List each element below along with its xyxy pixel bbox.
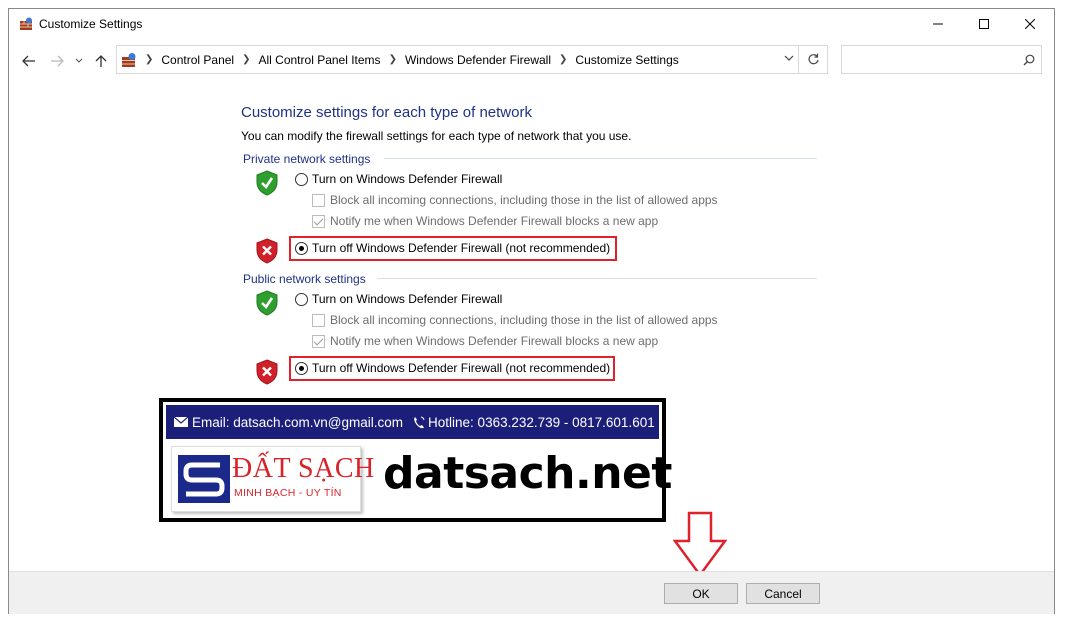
private-divider bbox=[384, 158, 817, 159]
brand-logo: ĐẤT SẠCH MINH BẠCH - UY TÍN bbox=[171, 446, 374, 512]
brand-tagline: MINH BẠCH - UY TÍN bbox=[234, 487, 342, 499]
watermark-banner: Email: datsach.com.vn@gmail.com Hotline:… bbox=[159, 398, 672, 522]
mail-icon bbox=[174, 417, 188, 427]
public-block-option[interactable]: Block all incoming connections, includin… bbox=[312, 311, 718, 329]
up-button[interactable] bbox=[91, 51, 111, 71]
private-block-label: Block all incoming connections, includin… bbox=[330, 193, 718, 207]
red-shield-x-icon bbox=[256, 238, 278, 264]
site-name: datsach.net bbox=[383, 448, 672, 499]
refresh-button[interactable] bbox=[798, 45, 828, 74]
private-turn-off-option[interactable]: Turn off Windows Defender Firewall (not … bbox=[295, 239, 610, 257]
public-turn-on-radio[interactable] bbox=[295, 292, 308, 306]
firewall-icon bbox=[20, 17, 32, 30]
recent-locations-button[interactable] bbox=[69, 51, 89, 71]
breadcrumb-firewall[interactable]: Windows Defender Firewall bbox=[405, 53, 551, 67]
up-arrow-icon bbox=[95, 55, 107, 67]
address-bar[interactable]: ❯ Control Panel ❯ All Control Panel Item… bbox=[116, 45, 799, 74]
search-icon bbox=[1023, 54, 1035, 66]
private-turn-on-radio[interactable] bbox=[295, 172, 308, 186]
public-turn-on-option[interactable]: Turn on Windows Defender Firewall bbox=[295, 290, 502, 308]
minimize-icon bbox=[933, 23, 943, 25]
window-title: Customize Settings bbox=[39, 17, 143, 31]
brand-name: ĐẤT SẠCH bbox=[232, 453, 375, 484]
brand-s-logo-icon bbox=[178, 455, 230, 503]
contact-hotline: Hotline: 0363.232.739 - 0817.601.601 bbox=[428, 414, 655, 430]
search-input[interactable] bbox=[841, 45, 1042, 74]
green-shield-check-icon bbox=[256, 290, 278, 316]
breadcrumb-control-panel[interactable]: Control Panel bbox=[161, 53, 234, 67]
public-turn-off-label: Turn off Windows Defender Firewall (not … bbox=[312, 361, 611, 375]
address-dropdown-icon[interactable] bbox=[784, 54, 794, 62]
contact-strip: Email: datsach.com.vn@gmail.com Hotline:… bbox=[166, 405, 659, 439]
maximize-button[interactable] bbox=[961, 9, 1007, 39]
private-notify-option[interactable]: Notify me when Windows Defender Firewall… bbox=[312, 212, 658, 230]
breadcrumb-separator-icon: ❯ bbox=[145, 54, 154, 65]
cancel-button[interactable]: Cancel bbox=[746, 583, 820, 604]
back-arrow-icon bbox=[22, 55, 35, 67]
public-turn-on-label: Turn on Windows Defender Firewall bbox=[312, 292, 503, 306]
chevron-down-icon bbox=[75, 58, 83, 63]
private-notify-checkbox[interactable] bbox=[312, 214, 325, 228]
ok-button[interactable]: OK bbox=[664, 583, 738, 604]
public-notify-option[interactable]: Notify me when Windows Defender Firewall… bbox=[312, 332, 658, 350]
contact-email: Email: datsach.com.vn@gmail.com bbox=[192, 414, 404, 430]
public-network-title: Public network settings bbox=[243, 272, 366, 286]
public-block-label: Block all incoming connections, includin… bbox=[330, 313, 718, 327]
breadcrumb-separator-icon: ❯ bbox=[559, 54, 568, 65]
breadcrumb-separator-icon: ❯ bbox=[388, 54, 397, 65]
private-turn-on-option[interactable]: Turn on Windows Defender Firewall bbox=[295, 170, 502, 188]
forward-arrow-icon bbox=[51, 55, 64, 67]
public-block-checkbox[interactable] bbox=[312, 313, 325, 327]
public-divider bbox=[377, 278, 817, 279]
title-bar: Customize Settings bbox=[9, 9, 1054, 39]
close-button[interactable] bbox=[1007, 9, 1053, 39]
public-turn-off-option[interactable]: Turn off Windows Defender Firewall (not … bbox=[295, 359, 610, 377]
forward-button[interactable] bbox=[47, 51, 67, 71]
public-notify-checkbox[interactable] bbox=[312, 334, 325, 348]
breadcrumb-all-items[interactable]: All Control Panel Items bbox=[259, 53, 381, 67]
private-turn-off-radio[interactable] bbox=[295, 241, 308, 255]
control-panel-icon bbox=[122, 52, 136, 67]
red-shield-x-icon bbox=[256, 359, 278, 385]
navigation-bar: ❯ Control Panel ❯ All Control Panel Item… bbox=[9, 45, 1054, 75]
public-notify-label: Notify me when Windows Defender Firewall… bbox=[330, 334, 659, 348]
private-notify-label: Notify me when Windows Defender Firewall… bbox=[330, 214, 659, 228]
refresh-icon bbox=[807, 53, 819, 65]
breadcrumb-customize-settings[interactable]: Customize Settings bbox=[575, 53, 678, 67]
phone-icon bbox=[414, 416, 425, 428]
private-turn-on-label: Turn on Windows Defender Firewall bbox=[312, 172, 503, 186]
private-turn-off-label: Turn off Windows Defender Firewall (not … bbox=[312, 241, 611, 255]
private-block-option[interactable]: Block all incoming connections, includin… bbox=[312, 191, 718, 209]
private-network-title: Private network settings bbox=[243, 152, 371, 166]
customize-settings-window: Customize Settings ❯ Control Panel ❯ All… bbox=[8, 8, 1055, 614]
settings-content: Customize settings for each type of netw… bbox=[9, 79, 1054, 569]
red-arrow-down-icon bbox=[673, 511, 727, 577]
green-shield-check-icon bbox=[256, 170, 278, 196]
public-turn-off-radio[interactable] bbox=[295, 361, 308, 375]
back-button[interactable] bbox=[19, 51, 39, 71]
page-heading: Customize settings for each type of netw… bbox=[241, 104, 532, 121]
page-description: You can modify the firewall settings for… bbox=[241, 129, 632, 143]
minimize-button[interactable] bbox=[915, 9, 961, 39]
close-icon bbox=[1025, 19, 1035, 29]
breadcrumb-separator-icon: ❯ bbox=[242, 54, 251, 65]
private-block-checkbox[interactable] bbox=[312, 193, 325, 207]
dialog-button-bar: OK Cancel bbox=[9, 571, 1054, 614]
maximize-icon bbox=[979, 19, 989, 29]
